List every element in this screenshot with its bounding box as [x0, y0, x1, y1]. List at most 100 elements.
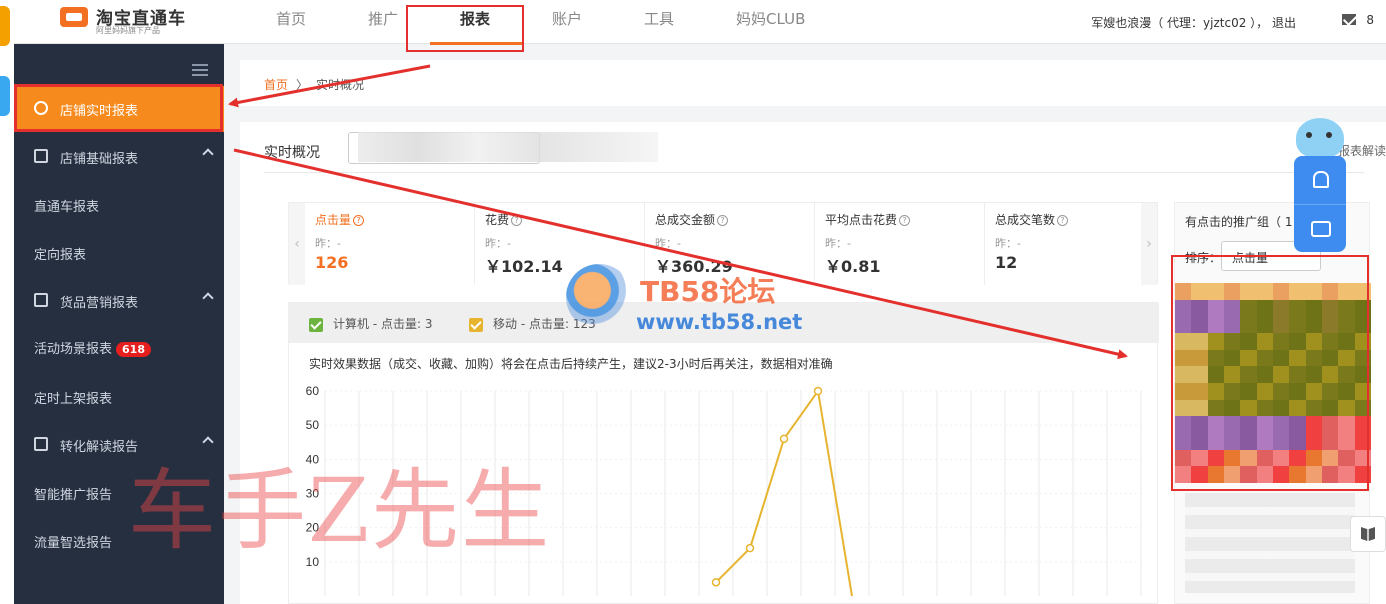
metric-yesterday: 昨：-: [825, 237, 851, 250]
chevron-up-icon: [202, 292, 214, 304]
highlight-box-reports: [406, 5, 524, 52]
legend-pc[interactable]: 计算机 - 点击量: 3: [309, 315, 432, 332]
bar-chart-icon: [34, 437, 48, 451]
page-title: 实时概况: [264, 145, 320, 161]
sidebar-item-label: 直通车报表: [34, 200, 100, 215]
author-watermark: 车手Z先生: [128, 459, 552, 562]
breadcrumb-current: 实时概况: [316, 78, 365, 92]
sidebar-item-scheduled[interactable]: 定时上架报表: [14, 374, 224, 420]
divider: [264, 172, 1364, 173]
help-icon[interactable]: ?: [899, 215, 911, 226]
sidebar-item-label-wrap: 活动场景报表 618: [34, 338, 151, 357]
sidebar-group-label: 转化解读报告: [60, 440, 139, 455]
y-tick-label: 60: [306, 384, 320, 398]
logo[interactable]: 淘宝直通车 阿里妈妈旗下产品: [60, 4, 200, 38]
sidebar-item-label: 定时上架报表: [34, 392, 113, 407]
mail-icon[interactable]: [1342, 14, 1356, 25]
metric-value: ￥102.14: [485, 257, 563, 276]
collapse-menu-icon[interactable]: [192, 64, 208, 76]
nav-tools[interactable]: 工具: [644, 8, 674, 29]
metric-yesterday: 昨：-: [315, 237, 341, 250]
highlight-box-adgroup: [1171, 255, 1369, 491]
metric-clicks[interactable]: 点击量? 昨：- 126: [305, 203, 475, 285]
app-dock-icon[interactable]: [0, 76, 10, 116]
metric-name-wrap: 总成交金额?: [655, 211, 729, 228]
sidebar-item-activity[interactable]: 活动场景报表 618: [14, 326, 224, 372]
adgroup-card-title: 有点击的推广组（ 1 ）: [1185, 215, 1309, 229]
breadcrumb-home[interactable]: 首页: [264, 78, 288, 92]
highlight-box-realtime: [14, 84, 223, 132]
left-edge-strip: [0, 0, 14, 604]
metric-value: 12: [995, 253, 1018, 272]
car-logo-icon: [60, 7, 88, 27]
legend-label: 计算机 - 点击量: 3: [333, 317, 433, 331]
help-icon[interactable]: ?: [353, 215, 365, 226]
sidebar-item-targeting[interactable]: 定向报表: [14, 230, 224, 276]
mascot-icon[interactable]: [1296, 118, 1344, 158]
metric-orders[interactable]: 总成交笔数? 昨：- 12: [985, 203, 1143, 285]
forum-watermark: TB58论坛: [640, 275, 776, 308]
metric-cpc[interactable]: 平均点击花费? 昨：- ￥0.81: [815, 203, 985, 285]
blurred-list: [1185, 493, 1355, 593]
forum-watermark-logo: [566, 264, 632, 330]
metric-name: 花费: [485, 213, 510, 227]
monitor-chart-icon: [34, 293, 48, 307]
help-icon[interactable]: ?: [717, 215, 729, 226]
metric-value: ￥0.81: [825, 257, 881, 276]
metric-name-wrap: 总成交笔数?: [995, 211, 1069, 228]
metric-yesterday: 昨：-: [485, 237, 511, 250]
bell-icon[interactable]: [1294, 156, 1346, 204]
chart-note: 实时效果数据（成交、收藏、加购）将会在点击后持续产生，建议2-3小时后再关注，数…: [309, 357, 833, 371]
metric-yesterday: 昨：-: [995, 237, 1021, 250]
mail-count[interactable]: 8: [1366, 13, 1374, 27]
metric-name: 平均点击花费: [825, 213, 898, 227]
top-header: 淘宝直通车 阿里妈妈旗下产品 首页 推广 报表 账户 工具 妈妈CLUB 军嫂也…: [14, 0, 1386, 45]
metric-name-wrap: 点击量?: [315, 211, 365, 228]
metric-name-wrap: 花费?: [485, 211, 523, 228]
nav-home[interactable]: 首页: [276, 8, 306, 29]
nav-promote[interactable]: 推广: [368, 8, 398, 29]
metric-name: 总成交笔数: [995, 213, 1056, 227]
report-explain-link[interactable]: 报表解读: [1338, 142, 1386, 159]
logo-subtitle: 阿里妈妈旗下产品: [96, 26, 160, 35]
checkbox-checked-icon[interactable]: [309, 317, 323, 332]
scroll-right-arrow[interactable]: ›: [1141, 203, 1157, 285]
data-point[interactable]: [779, 434, 789, 444]
sidebar-item-label: 活动场景报表: [34, 342, 113, 357]
user-info[interactable]: 军嫂也浪漫（ 代理：yjztc02 ）， 退出: [1091, 14, 1296, 31]
chat-icon[interactable]: [1294, 204, 1346, 252]
sidebar-group-label: 货品营销报表: [60, 296, 139, 311]
checkbox-checked-icon[interactable]: [469, 317, 483, 332]
scroll-left-arrow[interactable]: ‹: [289, 203, 305, 285]
nav-account[interactable]: 账户: [552, 8, 582, 29]
metric-name: 点击量: [315, 213, 352, 227]
book-icon[interactable]: [1350, 516, 1386, 552]
help-icon[interactable]: ?: [1057, 215, 1069, 226]
count-badge: 618: [116, 342, 151, 357]
metric-value: 126: [315, 253, 349, 272]
sidebar-item-label: 定向报表: [34, 248, 87, 263]
sidebar-item-label: 流量智选报告: [34, 536, 113, 551]
y-tick-label: 50: [306, 418, 320, 432]
data-point[interactable]: [711, 578, 721, 587]
sidebar-group-label: 店铺基础报表: [60, 152, 139, 167]
nav-mama-club[interactable]: 妈妈CLUB: [736, 8, 805, 29]
breadcrumb-separator: 〉: [296, 78, 309, 92]
adgroup-card: 有点击的推广组（ 1 ） 排序： 点击量: [1171, 202, 1371, 604]
forum-url-watermark: www.tb58.net: [636, 310, 803, 334]
blurred-date-text: [358, 132, 658, 162]
metric-name-wrap: 平均点击花费?: [825, 211, 911, 228]
document-icon: [34, 149, 48, 163]
metric-name: 总成交金额: [655, 213, 716, 227]
help-icon[interactable]: ?: [511, 215, 523, 226]
sidebar-item-label: 智能推广报告: [34, 488, 113, 503]
breadcrumb-bar: 首页〉实时概况: [240, 60, 1386, 106]
data-point[interactable]: [813, 386, 823, 396]
metric-yesterday: 昨：-: [655, 237, 681, 250]
data-point[interactable]: [745, 543, 755, 553]
breadcrumb: 首页〉实时概况: [264, 76, 364, 93]
sidebar-group-basic-reports[interactable]: 店铺基础报表: [14, 134, 224, 180]
app-dock-icon[interactable]: [0, 6, 10, 46]
sidebar-item-ztc[interactable]: 直通车报表: [14, 182, 224, 228]
sidebar-group-goods[interactable]: 货品营销报表: [14, 278, 224, 324]
